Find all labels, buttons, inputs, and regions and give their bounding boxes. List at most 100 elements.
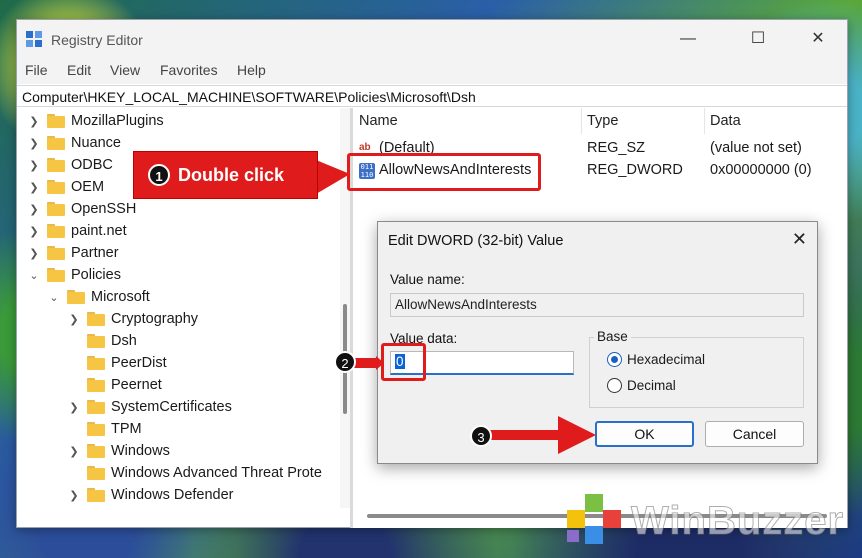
- winbuzzer-logo-icon: [563, 494, 625, 548]
- tree-item[interactable]: ❯ Windows: [67, 440, 170, 462]
- step3-badge: 3: [470, 425, 492, 447]
- value-data: (value not set): [710, 140, 802, 156]
- tree-item[interactable]: PeerDist: [67, 352, 167, 374]
- folder-icon: [87, 466, 105, 480]
- chevron-right-icon[interactable]: ❯: [27, 203, 41, 216]
- watermark: WinBuzzer: [563, 494, 844, 548]
- value-name-label: Value name:: [390, 272, 465, 287]
- tree-item-label: Microsoft: [91, 289, 150, 305]
- chevron-right-icon[interactable]: ❯: [27, 225, 41, 238]
- tree-item-label: Nuance: [71, 135, 121, 151]
- folder-icon: [47, 202, 65, 216]
- hexadecimal-radio[interactable]: Hexadecimal: [607, 352, 705, 367]
- tree-item[interactable]: ❯ SystemCertificates: [67, 396, 232, 418]
- column-header-name[interactable]: Name: [353, 108, 398, 134]
- column-header-data[interactable]: Data: [704, 108, 741, 134]
- chevron-down-icon[interactable]: ⌄: [27, 269, 41, 282]
- maximize-button[interactable]: ☐: [735, 20, 781, 58]
- step1-text: Double click: [178, 164, 285, 185]
- chevron-right-icon[interactable]: ❯: [27, 247, 41, 260]
- tree-item[interactable]: TPM: [67, 418, 142, 440]
- step1-badge: 1: [148, 164, 170, 186]
- chevron-right-icon[interactable]: ❯: [27, 137, 41, 150]
- folder-icon: [47, 158, 65, 172]
- chevron-right-icon[interactable]: ❯: [67, 401, 81, 414]
- tree-item[interactable]: ⌄ Policies: [27, 264, 121, 286]
- tree-item[interactable]: ❯ Nuance: [27, 132, 121, 154]
- tree-item-label: Policies: [71, 267, 121, 283]
- chevron-down-icon[interactable]: ⌄: [47, 291, 61, 304]
- highlight-value-row: [347, 153, 541, 191]
- ok-button[interactable]: OK: [595, 421, 694, 447]
- cancel-button[interactable]: Cancel: [705, 421, 804, 447]
- folder-icon: [87, 444, 105, 458]
- tree-item-label: MozillaPlugins: [71, 113, 164, 129]
- tree-item[interactable]: ❯ Windows Defender: [67, 484, 234, 506]
- step3-arrow: [488, 416, 596, 454]
- chevron-right-icon[interactable]: ❯: [67, 313, 81, 326]
- base-label: Base: [594, 329, 631, 344]
- folder-icon: [87, 378, 105, 392]
- tree-item[interactable]: Peernet: [67, 374, 162, 396]
- chevron-right-icon[interactable]: ❯: [67, 489, 81, 502]
- base-groupbox: [589, 337, 804, 408]
- tree-item[interactable]: ❯ OpenSSH: [27, 198, 136, 220]
- tree-item-label: Windows: [111, 443, 170, 459]
- menu-file[interactable]: File: [25, 62, 48, 78]
- menu-favorites[interactable]: Favorites: [160, 62, 218, 78]
- address-bar[interactable]: Computer\HKEY_LOCAL_MACHINE\SOFTWARE\Pol…: [17, 85, 847, 107]
- step2-pointer: [354, 356, 384, 370]
- close-button[interactable]: ✕: [795, 20, 841, 58]
- tree-item-label: SystemCertificates: [111, 399, 232, 415]
- folder-icon: [87, 422, 105, 436]
- value-type: REG_SZ: [587, 140, 646, 156]
- folder-icon: [87, 400, 105, 414]
- menu-edit[interactable]: Edit: [67, 62, 91, 78]
- folder-icon: [47, 180, 65, 194]
- tree-item[interactable]: ❯ Partner: [27, 242, 119, 264]
- folder-icon: [87, 356, 105, 370]
- value-name-field: AllowNewsAndInterests: [390, 293, 804, 317]
- highlight-value-data: [381, 343, 426, 381]
- folder-icon: [47, 136, 65, 150]
- chevron-right-icon[interactable]: ❯: [67, 445, 81, 458]
- tree-item[interactable]: ⌄ Microsoft: [47, 286, 150, 308]
- title-bar: Registry Editor — ☐ ✕: [17, 20, 847, 58]
- decimal-radio[interactable]: Decimal: [607, 378, 676, 393]
- tree-item[interactable]: ❯ ODBC: [27, 154, 113, 176]
- tree-item-label: paint.net: [71, 223, 127, 239]
- menu-view[interactable]: View: [110, 62, 140, 78]
- tree-item-label: PeerDist: [111, 355, 167, 371]
- folder-icon: [47, 268, 65, 282]
- tree-item[interactable]: Windows Advanced Threat Prote: [67, 462, 322, 484]
- tree-item-label: Windows Defender: [111, 487, 234, 503]
- minimize-button[interactable]: —: [665, 20, 711, 58]
- chevron-right-icon[interactable]: ❯: [27, 159, 41, 172]
- tree-item[interactable]: ❯ OEM: [27, 176, 104, 198]
- window-title: Registry Editor: [51, 32, 143, 48]
- tree-item[interactable]: ❯ MozillaPlugins: [27, 110, 164, 132]
- menu-help[interactable]: Help: [237, 62, 266, 78]
- tree-item-label: Cryptography: [111, 311, 199, 327]
- tree-item[interactable]: Dsh: [67, 330, 137, 352]
- chevron-right-icon[interactable]: ❯: [27, 181, 41, 194]
- tree-item[interactable]: ❯ paint.net: [27, 220, 127, 242]
- registry-editor-icon: [26, 31, 43, 48]
- step2-badge: 2: [334, 351, 356, 373]
- tree-item-label: Partner: [71, 245, 119, 261]
- value-data: 0x00000000 (0): [710, 162, 812, 178]
- folder-icon: [47, 114, 65, 128]
- tree-item-label: OEM: [71, 179, 105, 195]
- chevron-right-icon[interactable]: ❯: [27, 115, 41, 128]
- folder-icon: [47, 246, 65, 260]
- menu-bar: File Edit View Favorites Help: [17, 58, 847, 84]
- tree-item-label: TPM: [111, 421, 142, 437]
- dialog-close-icon[interactable]: ✕: [792, 229, 807, 250]
- step1-callout: 1 Double click: [133, 151, 318, 199]
- radio-selected-icon: [607, 352, 622, 367]
- tree-item-label: Windows Advanced Threat Prote: [111, 465, 322, 481]
- callout-pointer: [316, 160, 350, 194]
- column-header-type[interactable]: Type: [581, 108, 618, 134]
- tree-item[interactable]: ❯ Cryptography: [67, 308, 198, 330]
- value-type: REG_DWORD: [587, 162, 683, 178]
